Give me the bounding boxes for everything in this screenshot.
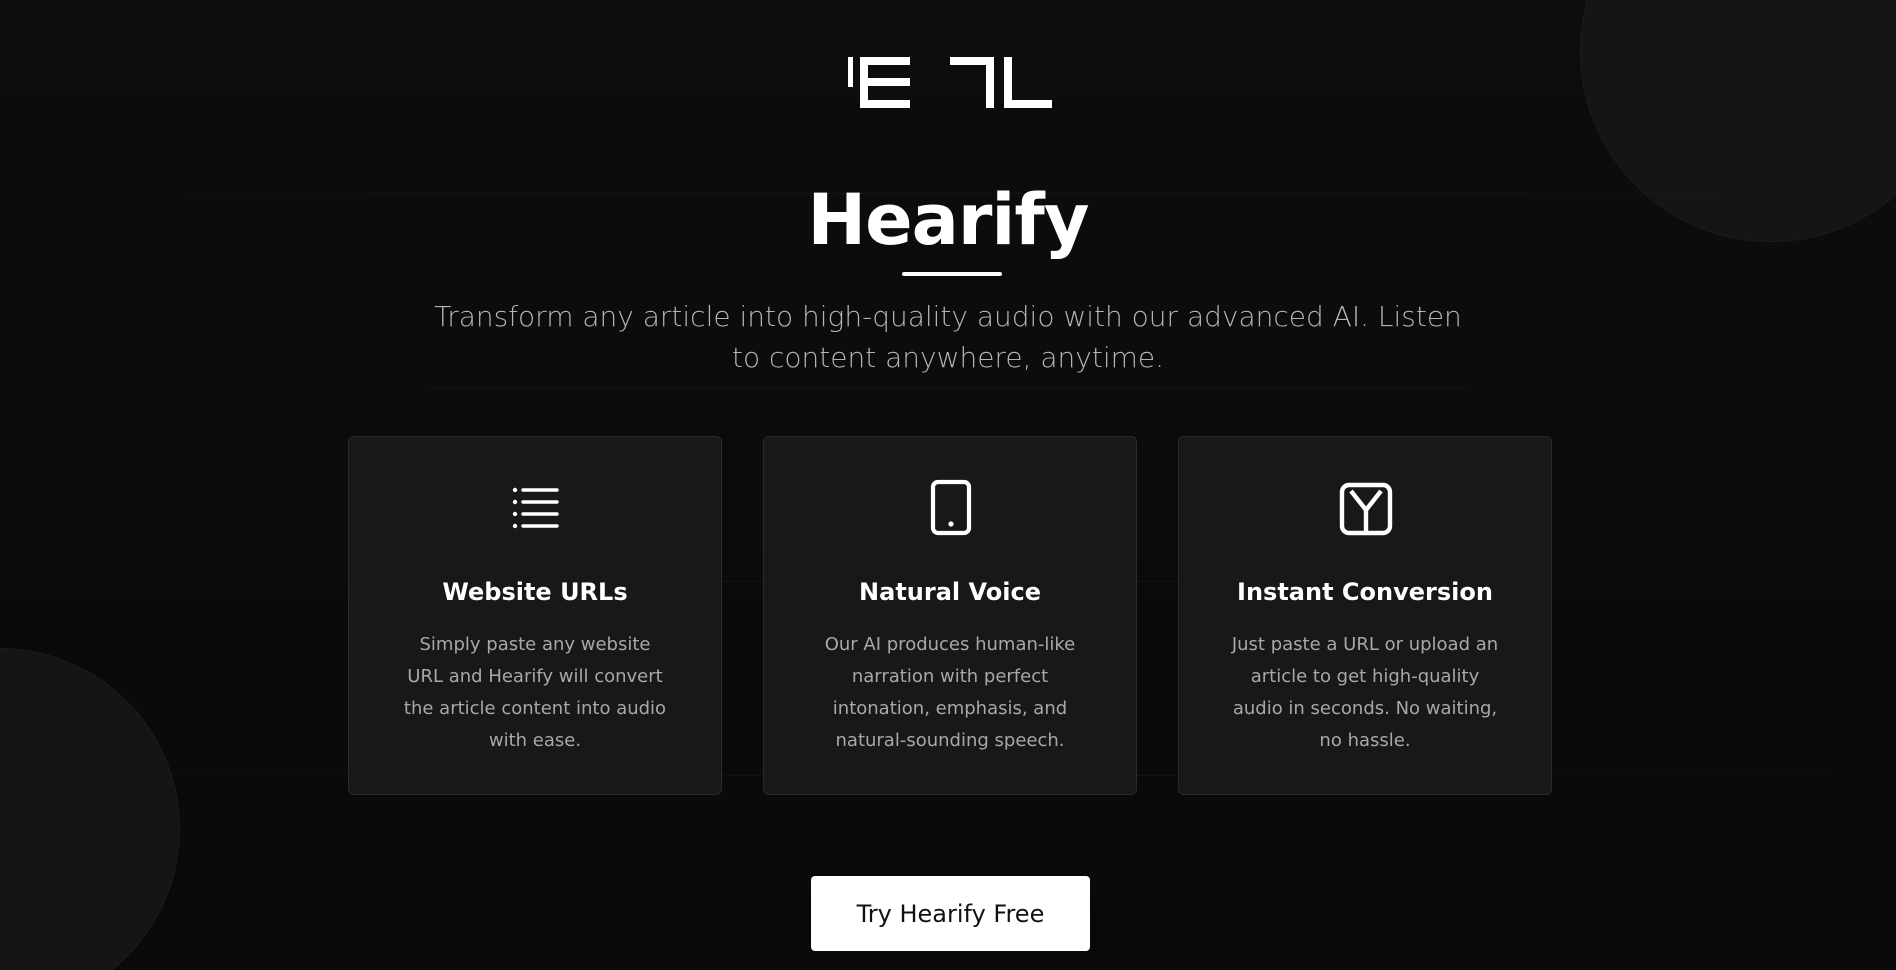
feature-description: Our AI produces human-like narration wit… — [824, 634, 1076, 751]
y-box-icon — [1339, 482, 1393, 536]
page-tagline: Transform any article into high-quality … — [434, 300, 1462, 374]
decorative-circle-bottom-left — [0, 648, 180, 970]
grid-line — [0, 388, 1896, 389]
feature-card-website-urls: Website URLs Simply paste any website UR… — [348, 436, 722, 795]
title-underline — [902, 272, 1002, 276]
tablet-icon — [930, 479, 972, 536]
feature-card-natural-voice: Natural Voice Our AI produces human-like… — [763, 436, 1137, 795]
feature-card-instant-conversion: Instant Conversion Just paste a URL or u… — [1178, 436, 1552, 795]
feature-description: Just paste a URL or upload an article to… — [1231, 634, 1499, 751]
try-hearify-free-button[interactable]: Try Hearify Free — [811, 876, 1090, 951]
feature-title: Natural Voice — [859, 578, 1041, 606]
page-title: Hearify — [807, 179, 1090, 261]
el-logo-icon — [848, 57, 1052, 108]
feature-description: Simply paste any website URL and Hearify… — [403, 634, 667, 751]
list-icon — [512, 487, 559, 529]
landing-page: Hearify Transform any article into high-… — [0, 0, 1896, 970]
feature-title: Instant Conversion — [1237, 578, 1493, 606]
feature-title: Website URLs — [442, 578, 628, 606]
